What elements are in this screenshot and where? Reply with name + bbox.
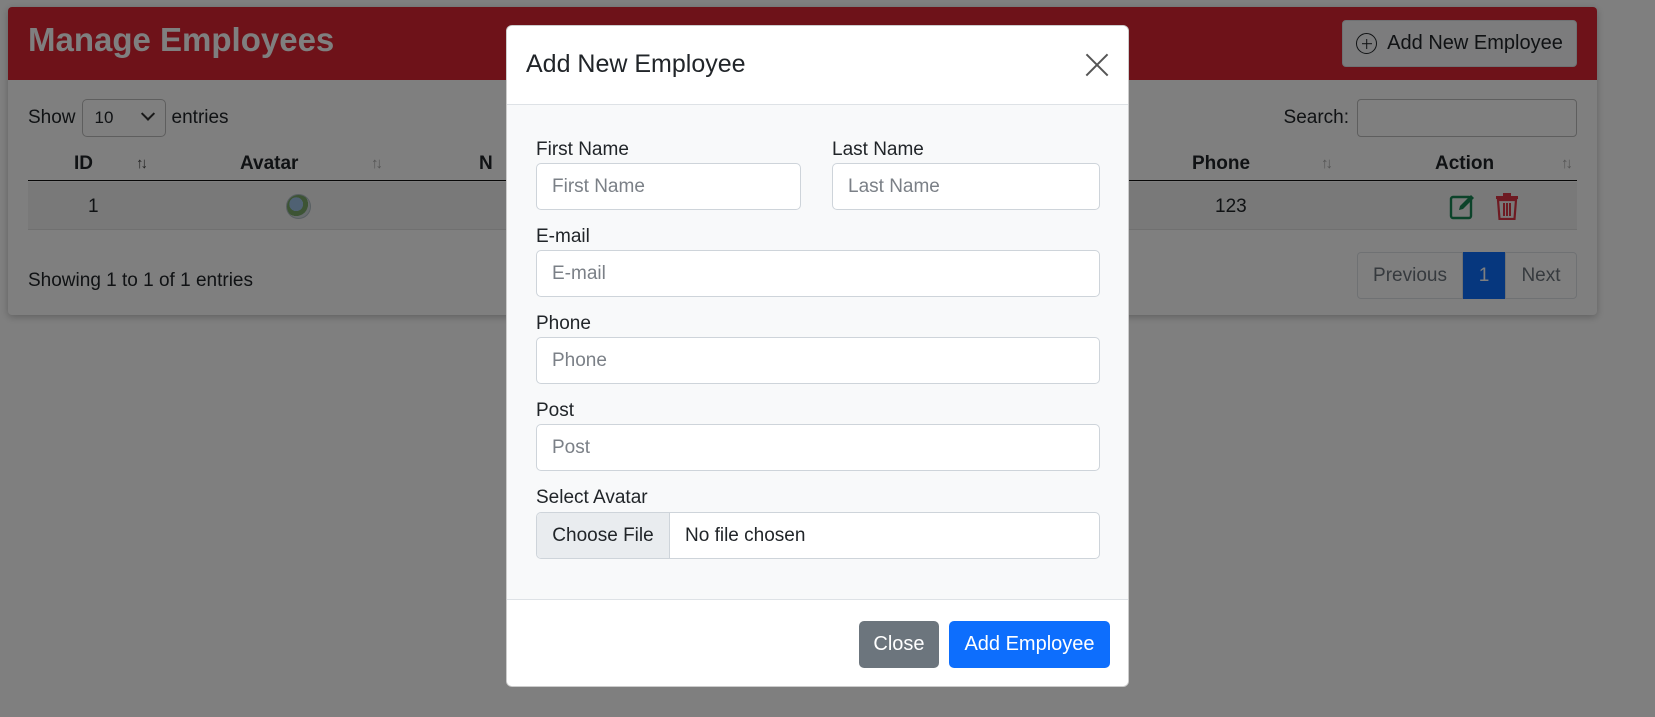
modal-footer: Close Add Employee: [507, 599, 1128, 686]
modal-header: Add New Employee: [507, 26, 1128, 105]
avatar-file-input[interactable]: Choose File No file chosen: [536, 512, 1100, 559]
phone-field[interactable]: [536, 337, 1100, 384]
post-label: Post: [536, 400, 575, 421]
close-icon[interactable]: [1084, 52, 1110, 78]
last-name-field[interactable]: [832, 163, 1100, 210]
post-field[interactable]: [536, 424, 1100, 471]
add-employee-modal: Add New Employee First Name Last Name E-…: [506, 25, 1129, 687]
phone-label: Phone: [536, 313, 591, 334]
close-button[interactable]: Close: [859, 621, 939, 668]
email-field[interactable]: [536, 250, 1100, 297]
first-name-field[interactable]: [536, 163, 801, 210]
file-status: No file chosen: [685, 524, 806, 546]
modal-body: First Name Last Name E-mail Phone Post S…: [507, 105, 1128, 599]
email-label: E-mail: [536, 226, 590, 247]
first-name-label: First Name: [536, 139, 629, 160]
choose-file-button[interactable]: Choose File: [537, 513, 670, 558]
last-name-label: Last Name: [832, 139, 924, 160]
add-employee-button[interactable]: Add Employee: [949, 621, 1110, 668]
select-avatar-label: Select Avatar: [536, 487, 648, 508]
modal-title: Add New Employee: [526, 50, 746, 78]
